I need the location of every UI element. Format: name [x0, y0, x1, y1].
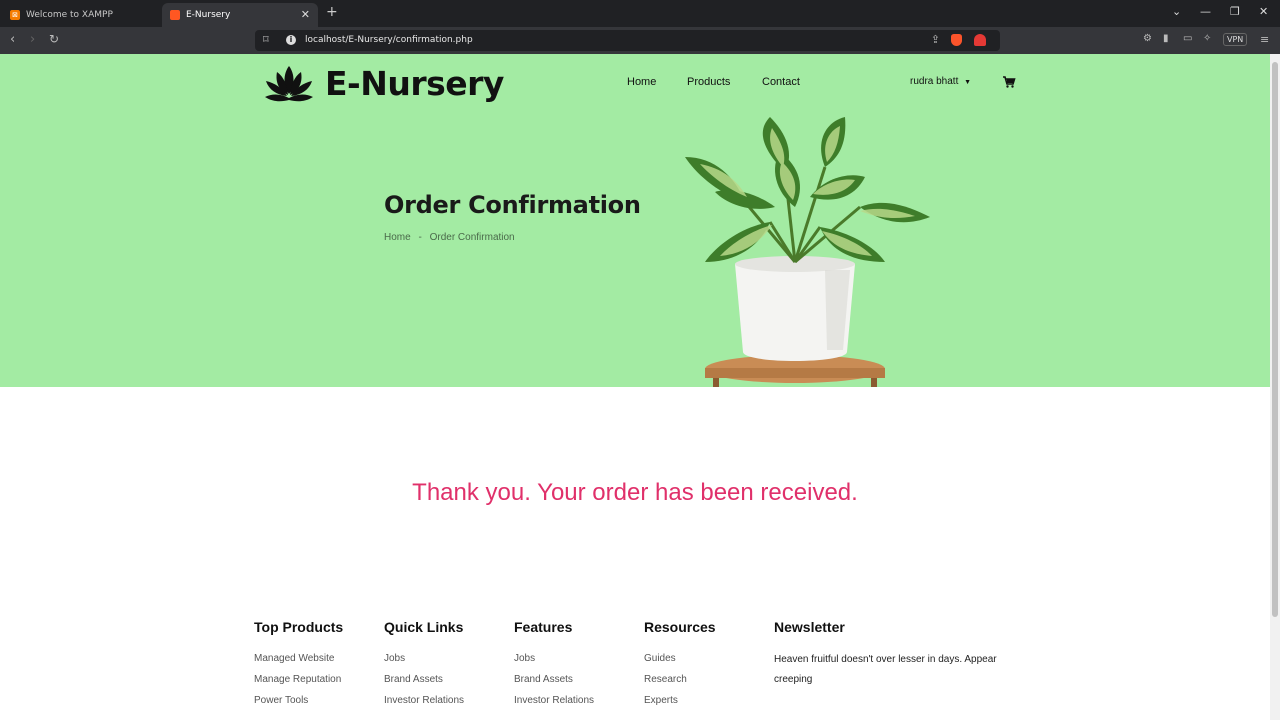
vpn-button[interactable]: VPN	[1223, 33, 1248, 46]
bookmark-icon[interactable]: ⌑	[263, 33, 269, 46]
footer-heading: Quick Links	[384, 619, 464, 635]
url-text[interactable]: localhost/E-Nursery/confirmation.php	[305, 35, 473, 45]
close-tab-icon[interactable]: ✕	[301, 8, 310, 21]
nav-home[interactable]: Home	[627, 76, 656, 88]
xampp-favicon-icon: ⊠	[10, 10, 20, 20]
wallet-icon[interactable]: ▭	[1183, 33, 1192, 44]
breadcrumb-home[interactable]: Home	[384, 232, 411, 243]
leo-ai-icon[interactable]: ✧	[1203, 33, 1211, 44]
user-name: rudra bhatt	[910, 76, 959, 87]
restore-icon[interactable]: ❐	[1230, 5, 1240, 18]
page-scrollbar[interactable]	[1270, 54, 1280, 720]
minimize-icon[interactable]: —	[1200, 5, 1211, 18]
address-bar[interactable]: ⌑ i localhost/E-Nursery/confirmation.php…	[255, 30, 1000, 51]
share-icon[interactable]: ⇪	[931, 33, 940, 46]
footer-col-top-products: Top Products Managed Website Manage Repu…	[254, 619, 343, 716]
browser-tab-bar: ⊠ Welcome to XAMPP E-Nursery ✕ + ⌄ — ❐ ✕	[0, 0, 1280, 27]
extensions-icon[interactable]: ⚙	[1143, 33, 1152, 44]
footer-col-quick-links: Quick Links Jobs Brand Assets Investor R…	[384, 619, 464, 716]
footer-col-resources: Resources Guides Research Experts	[644, 619, 716, 716]
footer-link[interactable]: Manage Reputation	[254, 674, 343, 695]
tab-title: E-Nursery	[186, 10, 231, 20]
newsletter-text: Heaven fruitful doesn't over lesser in d…	[774, 654, 997, 685]
footer-link[interactable]: Investor Relations	[384, 695, 464, 716]
web-page: E-Nursery Home Products Contact rudra bh…	[0, 54, 1270, 720]
browser-toolbar: ‹ › ↻ ⌑ i localhost/E-Nursery/confirmati…	[0, 27, 1280, 54]
footer-col-features: Features Jobs Brand Assets Investor Rela…	[514, 619, 594, 716]
caret-down-icon: ▼	[964, 79, 972, 86]
tab-xampp[interactable]: ⊠ Welcome to XAMPP	[2, 3, 160, 27]
footer-link[interactable]: Investor Relations	[514, 695, 594, 716]
footer-link[interactable]: Brand Assets	[384, 674, 464, 695]
tab-search-chevron-icon[interactable]: ⌄	[1172, 5, 1181, 18]
potted-plant-image	[685, 117, 930, 387]
breadcrumb: Home - Order Confirmation	[384, 232, 515, 243]
brave-rewards-icon[interactable]	[974, 34, 986, 46]
footer-link[interactable]: Managed Website	[254, 653, 343, 674]
reload-icon[interactable]: ↻	[49, 32, 59, 46]
order-confirmation-message: Thank you. Your order has been received.	[412, 479, 858, 506]
back-icon[interactable]: ‹	[10, 32, 15, 47]
hero-banner: E-Nursery Home Products Contact rudra bh…	[0, 54, 1270, 387]
new-tab-icon[interactable]: +	[326, 4, 338, 20]
tab-title: Welcome to XAMPP	[26, 10, 113, 20]
footer-link[interactable]: Guides	[644, 653, 716, 674]
brand-name: E-Nursery	[325, 63, 504, 103]
forward-icon[interactable]: ›	[30, 32, 35, 47]
footer-link[interactable]: Research	[644, 674, 716, 695]
e-nursery-favicon-icon	[170, 10, 180, 20]
footer-link[interactable]: Power Tools	[254, 695, 343, 716]
nav-products[interactable]: Products	[687, 76, 730, 88]
site-info-icon[interactable]: i	[286, 35, 296, 45]
lotus-icon	[265, 66, 313, 102]
footer-heading: Newsletter	[774, 619, 845, 635]
footer-col-newsletter: Newsletter Heaven fruitful doesn't over …	[774, 619, 1024, 690]
scrollbar-thumb[interactable]	[1272, 62, 1278, 617]
cart-icon[interactable]	[1002, 75, 1016, 89]
footer-link[interactable]: Experts	[644, 695, 716, 716]
close-window-icon[interactable]: ✕	[1259, 5, 1268, 18]
footer-link[interactable]: Jobs	[514, 653, 594, 674]
brave-shields-icon[interactable]	[951, 34, 962, 46]
menu-icon[interactable]: ≡	[1260, 33, 1269, 46]
sidebar-icon[interactable]: ▮	[1163, 33, 1169, 44]
user-dropdown[interactable]: rudra bhatt ▼	[910, 76, 971, 87]
footer-heading: Top Products	[254, 619, 344, 635]
tab-e-nursery[interactable]: E-Nursery ✕	[162, 3, 318, 27]
footer-heading: Resources	[644, 619, 716, 635]
footer-link[interactable]: Jobs	[384, 653, 464, 674]
site-logo[interactable]: E-Nursery	[263, 62, 504, 104]
footer-heading: Features	[514, 619, 573, 635]
nav-contact[interactable]: Contact	[762, 76, 800, 88]
breadcrumb-current: Order Confirmation	[429, 232, 515, 243]
breadcrumb-separator: -	[418, 232, 422, 243]
page-title: Order Confirmation	[384, 191, 641, 219]
footer-link[interactable]: Brand Assets	[514, 674, 594, 695]
